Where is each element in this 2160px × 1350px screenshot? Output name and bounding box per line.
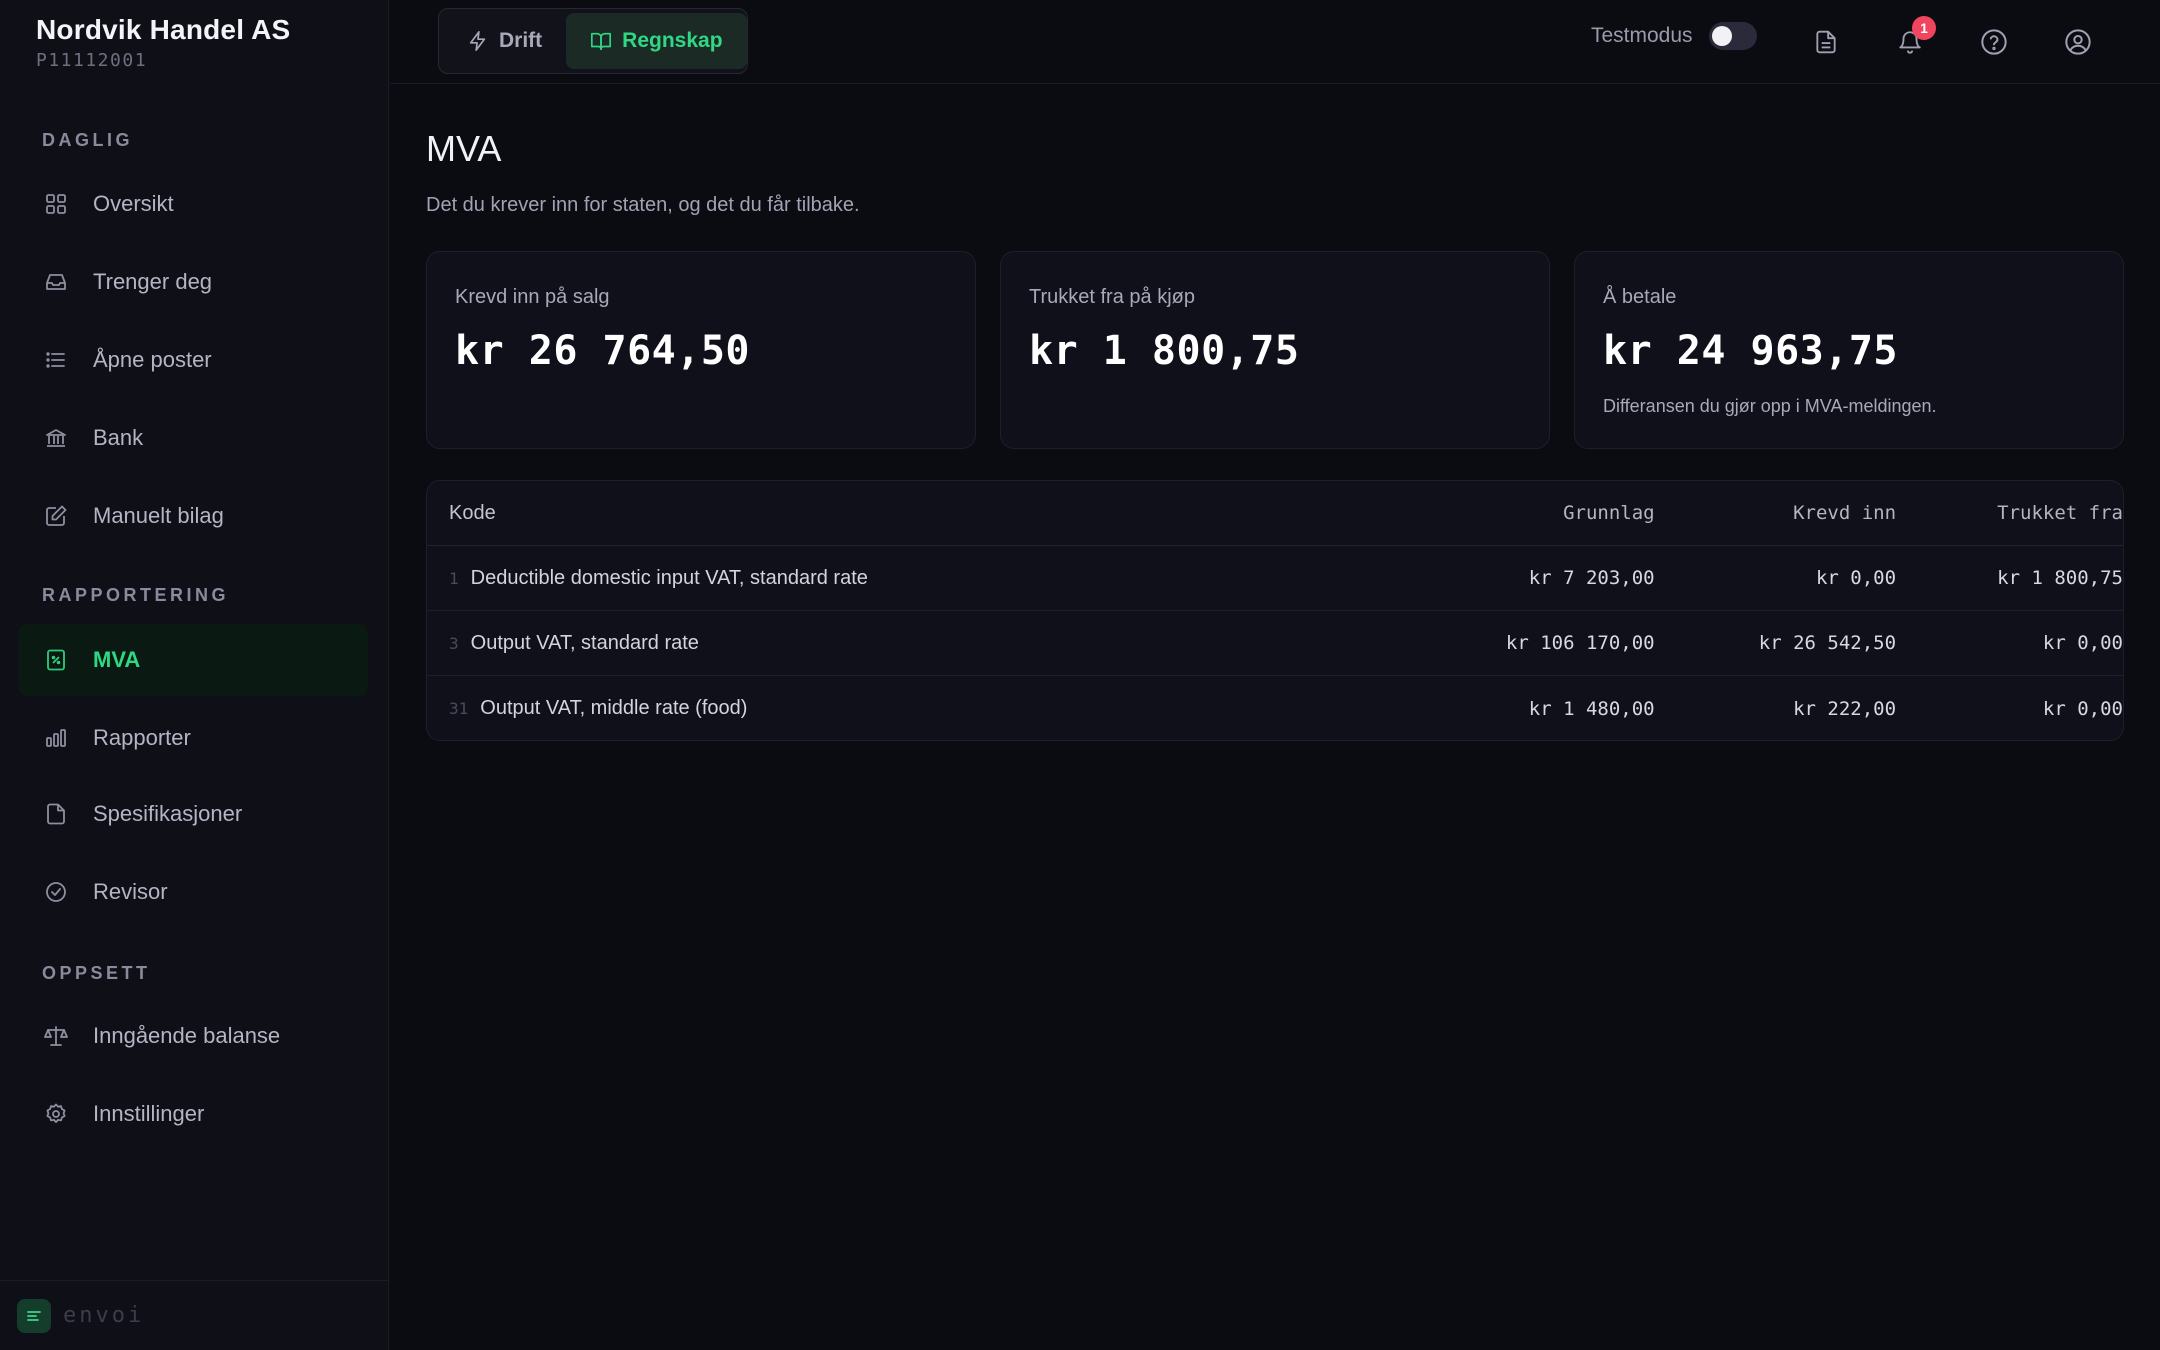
sidebar-item-trenger-deg[interactable]: Trenger deg xyxy=(18,246,368,318)
sidebar-item-oversikt[interactable]: Oversikt xyxy=(18,168,368,240)
sidebar-item-spesifikasjoner[interactable]: Spesifikasjoner xyxy=(18,778,368,850)
brand-logo-icon xyxy=(17,1298,51,1333)
page-subtitle: Det du krever inn for staten, og det du … xyxy=(426,194,860,216)
vat-description: Deductible domestic input VAT, standard … xyxy=(470,566,868,589)
table-header: Kode Grunnlag Krevd inn Trukket fra xyxy=(427,481,2123,546)
vat-description: Output VAT, middle rate (food) xyxy=(480,697,748,719)
tab-regnskap[interactable]: Regnskap xyxy=(566,13,747,69)
sidebar-item-label: Inngående balanse xyxy=(93,1023,281,1048)
bolt-icon xyxy=(469,31,486,51)
column-header-basis: Grunnlag xyxy=(1563,502,1655,524)
table-row[interactable]: 1 Deductible domestic input VAT, standar… xyxy=(427,546,2123,611)
book-icon xyxy=(591,32,612,51)
sidebar-item-label: Bank xyxy=(93,425,144,450)
vat-code: 1 xyxy=(449,568,459,588)
tab-label: Regnskap xyxy=(622,29,723,52)
summary-card-to-pay: Å betale kr 24 963,75 Differansen du gjø… xyxy=(1574,251,2124,449)
summary-card-deducted: Trukket fra på kjøp kr 1 800,75 xyxy=(1000,251,1550,449)
inbox-icon xyxy=(42,268,70,296)
bell-icon[interactable]: 1 xyxy=(1890,16,1936,62)
column-header-deducted: Trukket fra xyxy=(1997,502,2123,524)
sidebar-item-apne-poster[interactable]: Åpne poster xyxy=(18,324,368,396)
testmode-control: Testmodus xyxy=(1591,22,1757,50)
vat-description: Output VAT, standard rate xyxy=(470,631,699,654)
sidebar-item-label: Oversikt xyxy=(93,191,174,216)
sidebar-item-label: Trenger deg xyxy=(93,269,213,294)
sidebar-item-innstillinger[interactable]: Innstillinger xyxy=(18,1078,368,1150)
check-circle-icon xyxy=(42,878,70,906)
sidebar-item-mva[interactable]: MVA xyxy=(18,624,368,696)
document-icon[interactable] xyxy=(1806,22,1846,62)
card-note: Differansen du gjør opp i MVA-meldingen. xyxy=(1603,396,1937,416)
section-label-rapportering: RAPPORTERING xyxy=(42,585,230,605)
scale-icon xyxy=(42,1022,70,1050)
help-icon[interactable] xyxy=(1974,22,2014,62)
gear-icon xyxy=(42,1100,70,1128)
card-value: kr 24 963,75 xyxy=(1603,328,1898,374)
page-title: MVA xyxy=(426,128,502,169)
collected-cell: kr 26 542,50 xyxy=(1758,632,1897,654)
vat-table: Kode Grunnlag Krevd inn Trukket fra 1 De… xyxy=(426,480,2124,741)
sidebar-item-label: Rapporter xyxy=(93,725,191,750)
section-label-oppsett: OPPSETT xyxy=(42,963,151,983)
topbar: Drift Regnskap Testmodus 1 xyxy=(390,0,2160,84)
sidebar-item-label: MVA xyxy=(93,647,141,672)
deducted-cell: kr 0,00 xyxy=(2042,697,2123,720)
sidebar-item-revisor[interactable]: Revisor xyxy=(18,856,368,928)
file-icon xyxy=(42,800,70,828)
grid-icon xyxy=(42,190,70,218)
list-icon xyxy=(42,346,70,374)
edit-icon xyxy=(42,502,70,530)
sidebar-item-bank[interactable]: Bank xyxy=(18,402,368,474)
collected-cell: kr 0,00 xyxy=(1815,567,1897,589)
sidebar-item-label: Manuelt bilag xyxy=(93,503,224,528)
table-row[interactable]: 3 Output VAT, standard rate kr 106 170,0… xyxy=(427,611,2123,676)
vat-code: 3 xyxy=(449,633,459,653)
tab-label: Drift xyxy=(499,29,543,52)
user-account-icon[interactable] xyxy=(2058,22,2098,62)
card-label: Krevd inn på salg xyxy=(455,286,610,308)
deducted-cell: kr 0,00 xyxy=(2042,632,2123,654)
column-header-code: Kode xyxy=(449,501,496,524)
tab-drift[interactable]: Drift xyxy=(443,13,566,69)
sidebar-item-manuelt-bilag[interactable]: Manuelt bilag xyxy=(18,480,368,552)
code-cell: 1 Deductible domestic input VAT, standar… xyxy=(427,567,1075,590)
notification-badge: 1 xyxy=(1912,16,1936,40)
table-row[interactable]: 31 Output VAT, middle rate (food) kr 1 4… xyxy=(427,676,2123,740)
sidebar-item-label: Spesifikasjoner xyxy=(93,801,243,826)
code-cell: 31 Output VAT, middle rate (food) xyxy=(427,697,1075,720)
testmode-label: Testmodus xyxy=(1591,24,1693,47)
summary-card-collected: Krevd inn på salg kr 26 764,50 xyxy=(426,251,976,449)
vat-code: 31 xyxy=(449,699,469,718)
bank-icon xyxy=(42,424,70,452)
code-cell: 3 Output VAT, standard rate xyxy=(427,632,1075,655)
sidebar-item-inngaende-balanse[interactable]: Inngående balanse xyxy=(18,1000,368,1072)
basis-cell: kr 1 480,00 xyxy=(1528,697,1655,720)
section-label-daglig: DAGLIG xyxy=(42,130,133,150)
receipt-percent-icon xyxy=(42,646,70,674)
brand-name: envoi xyxy=(63,1303,145,1328)
card-label: Trukket fra på kjøp xyxy=(1029,286,1195,308)
sidebar-item-rapporter[interactable]: Rapporter xyxy=(18,702,368,774)
card-value: kr 1 800,75 xyxy=(1029,328,1300,374)
mode-switch: Drift Regnskap xyxy=(438,8,748,74)
deducted-cell: kr 1 800,75 xyxy=(1997,567,2123,589)
testmode-toggle[interactable] xyxy=(1708,22,1757,50)
card-label: Å betale xyxy=(1603,286,1677,308)
column-header-collected: Krevd inn xyxy=(1793,502,1897,524)
toggle-knob xyxy=(1711,26,1732,46)
company-id: P11112001 xyxy=(36,50,148,71)
basis-cell: kr 106 170,00 xyxy=(1505,632,1655,654)
card-value: kr 26 764,50 xyxy=(455,328,750,374)
collected-cell: kr 222,00 xyxy=(1793,697,1897,720)
company-header: Nordvik Handel AS P11112001 xyxy=(36,14,290,71)
company-name: Nordvik Handel AS xyxy=(36,14,291,45)
sidebar-item-label: Revisor xyxy=(93,879,168,904)
basis-cell: kr 7 203,00 xyxy=(1528,567,1655,589)
sidebar: Nordvik Handel AS P11112001 DAGLIG Overs… xyxy=(0,0,389,1350)
bar-chart-icon xyxy=(42,724,70,752)
sidebar-footer: envoi xyxy=(0,1280,389,1350)
sidebar-item-label: Innstillinger xyxy=(93,1101,205,1126)
sidebar-item-label: Åpne poster xyxy=(93,347,212,372)
